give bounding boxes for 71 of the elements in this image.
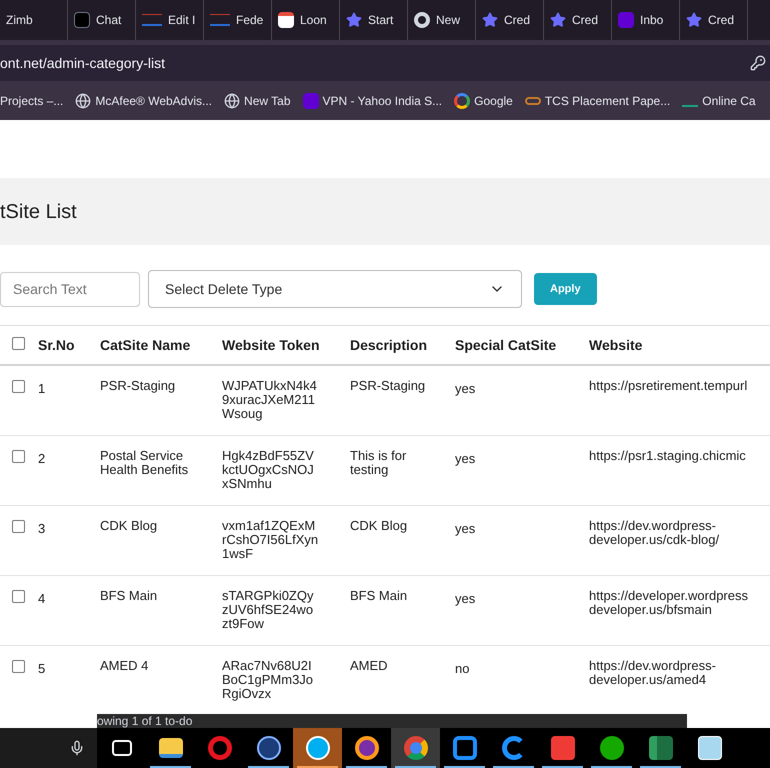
table-cell: CDK Blog [350,518,408,533]
row-checkbox[interactable] [12,590,25,603]
table-cell: yes [455,521,476,536]
table-cell: no [455,661,470,676]
website-cell-text: https://psretirement.tempurl [589,379,748,393]
row-checkbox[interactable] [12,380,25,393]
taskbar-tooltip: owing 1 of 1 to-do [97,714,687,728]
star-icon [346,12,362,28]
table-cell: 3 [38,521,46,536]
star-icon [550,12,566,28]
table-cell: AMED [350,658,388,673]
bookmark[interactable]: Google [454,92,513,110]
ring-icon[interactable] [208,736,232,760]
page-title: tSite List [0,200,77,224]
column-header: Sr.No [38,336,75,352]
task-view-icon[interactable] [112,740,132,756]
website-cell-text: https://dev.wordpress- developer.us/amed4 [589,659,717,687]
table-cell: yes [455,591,476,606]
column-header: Website [589,336,642,352]
bookmark[interactable]: Online Ca [682,92,756,110]
row-checkbox[interactable] [12,520,25,533]
token-cell-text: WJPATUkxN4k4 9xuracJXeM211 Wsoug [222,379,318,421]
delete-type-select[interactable]: Select Delete Type [148,270,522,308]
table-cell: 4 [38,591,46,606]
globe-icon [224,92,240,108]
row-checkbox[interactable] [12,336,25,350]
table-cell: BFS Main [100,588,158,603]
table-cell: Postal Service Health Benefits [100,448,188,477]
table-cell: yes [455,381,476,396]
bookmark[interactable]: TCS Placement Pape... [524,92,670,110]
token-cell-text: vxm1af1ZQExM rCshO7I56LfXyn 1wsF [222,519,320,561]
bookmark[interactable]: Projects –... [0,92,64,110]
bookmark[interactable]: McAfee® WebAdvis... [75,92,212,110]
letter-icon [302,92,319,108]
column-header: Website Token [222,336,320,352]
column-header: Special CatSite [455,336,556,352]
website-cell-text: https://developer.wordpress developer.us/bfsmain [589,589,749,617]
taskbar-button[interactable] [391,728,440,768]
folder-icon[interactable] [158,738,182,758]
bookmark[interactable]: New Tab [224,92,291,110]
table-cell: 1 [38,381,46,396]
bookmark[interactable]: VPN - Yahoo India S... [302,92,442,110]
row-checkbox[interactable] [12,660,25,673]
globe-icon [75,92,92,108]
letter-icon [618,12,634,28]
table-cell: 5 [38,661,46,676]
website-cell-text: https://dev.wordpress- developer.us/cdk-blog/ [589,519,720,547]
table-cell: yes [455,451,476,466]
table-cell: PSR-Staging [350,378,426,393]
row-checkbox[interactable] [12,450,25,463]
table-cell: This is for testing [350,448,406,477]
token-cell-text: sTARGPki0ZQy zUV6hfSE24wo zt9Fow [222,589,314,631]
table-cell: AMED 4 [100,658,148,673]
column-header: Description [350,336,428,352]
table-cell: PSR-Staging [100,378,176,393]
microphone-icon[interactable] [69,740,85,756]
key-icon[interactable] [750,55,766,71]
table-cell: 2 [38,451,46,466]
circle-app-icon[interactable] [256,736,280,760]
address-bar-url[interactable]: ont.net/admin-category-list [0,52,165,74]
chat-app-icon[interactable] [306,736,330,760]
table-cell: CDK Blog [100,518,158,533]
star-icon [482,12,498,28]
column-header: CatSite Name [100,336,190,352]
g-logo-icon [454,92,470,108]
star-icon [686,12,702,28]
search-field[interactable]: Search Text [0,272,140,306]
token-cell-text: ARac7Nv68U2I BoC1gPMm3Jo RgiOvzx [222,659,314,701]
token-cell-text: Hgk4zBdF55ZV kctUOgxCsNOJ xSNmhu [222,449,315,491]
table-cell: BFS Main [350,588,408,603]
website-cell-text: https://psr1.staging.chicmic [589,449,747,463]
